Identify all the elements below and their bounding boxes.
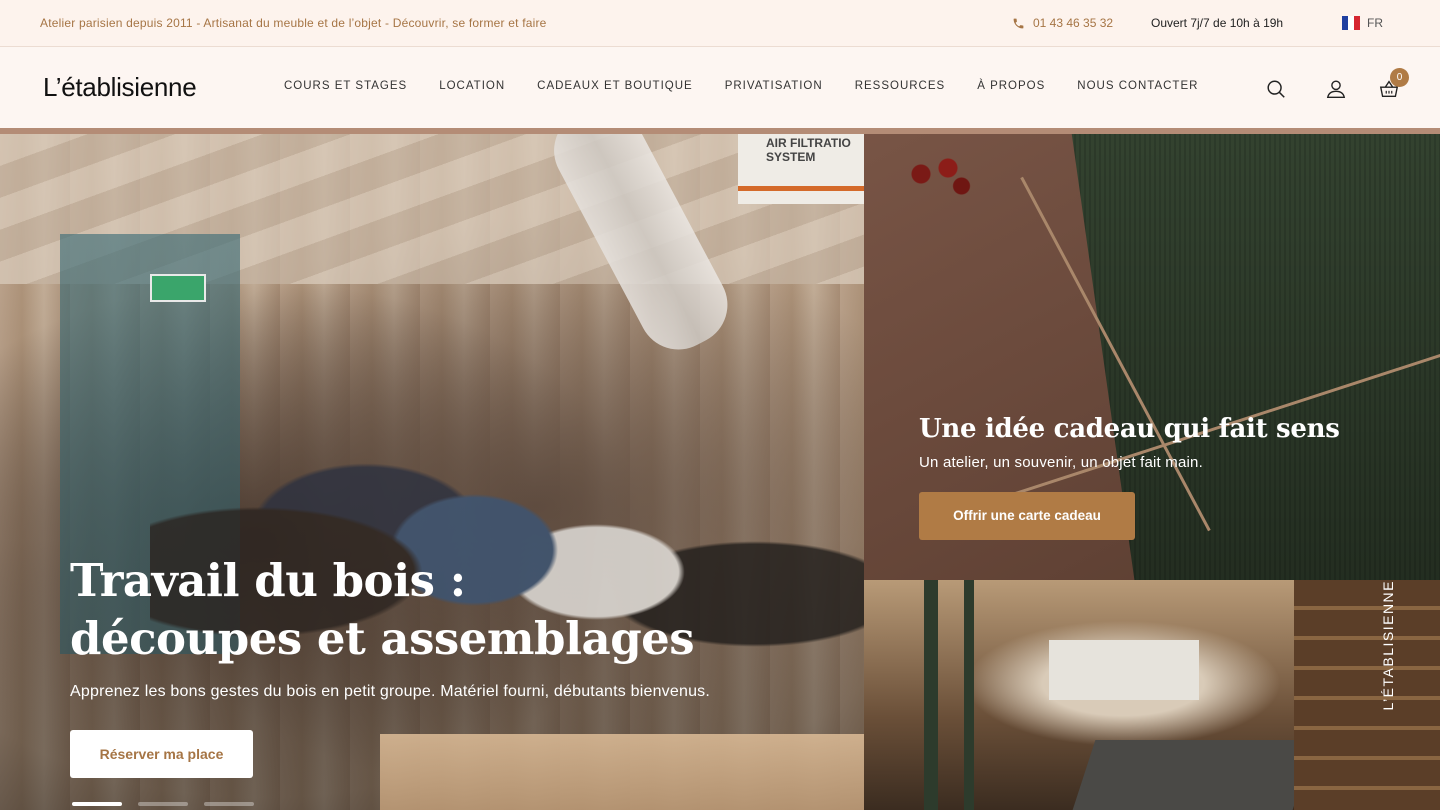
hero-title-line-2: découpes et assemblages <box>70 612 695 665</box>
phone-link[interactable]: 01 43 46 35 32 <box>1012 16 1113 30</box>
slider-dot-2[interactable] <box>138 802 188 806</box>
site-logo[interactable]: L’établisienne <box>43 72 197 103</box>
slider-pagination <box>72 802 254 806</box>
vertical-brand-text: L’ÉTABLISIENNE <box>1380 580 1404 810</box>
cart-count-badge: 0 <box>1390 68 1409 87</box>
workshop-photo-shelves <box>1294 580 1440 810</box>
phone-number: 01 43 46 35 32 <box>1033 16 1114 30</box>
nav-item-location[interactable]: LOCATION <box>439 80 505 92</box>
main-header: L’établisienne COURS ET STAGES LOCATION … <box>0 48 1440 128</box>
nav-item-nous-contacter[interactable]: NOUS CONTACTER <box>1077 80 1198 92</box>
top-bar: Atelier parisien depuis 2011 - Artisanat… <box>0 0 1440 47</box>
search-icon[interactable] <box>1265 78 1287 100</box>
workshop-photo-pillar-2 <box>964 580 974 810</box>
air-filtration-sign-stripe <box>738 186 864 191</box>
nav-item-cours-et-stages[interactable]: COURS ET STAGES <box>284 80 407 92</box>
language-switcher[interactable]: FR <box>1342 16 1383 30</box>
opening-hours: Ouvert 7j/7 de 10h à 19h <box>1151 16 1284 30</box>
air-filtration-sign: AIR FILTRATIO SYSTEM <box>738 134 864 204</box>
nav-item-ressources[interactable]: RESSOURCES <box>855 80 946 92</box>
nav-item-cadeaux-et-boutique[interactable]: CADEAUX ET BOUTIQUE <box>537 80 693 92</box>
slider-dot-3[interactable] <box>204 802 254 806</box>
account-icon[interactable] <box>1325 78 1347 100</box>
exit-sign <box>150 274 206 302</box>
promo-title: Une idée cadeau qui fait sens <box>919 414 1340 444</box>
hero-subtitle: Apprenez les bons gestes du bois en peti… <box>70 683 711 700</box>
slider-dot-1[interactable] <box>72 802 122 806</box>
tagline: Atelier parisien depuis 2011 - Artisanat… <box>40 16 547 30</box>
main-nav: COURS ET STAGES LOCATION CADEAUX ET BOUT… <box>284 80 1230 92</box>
air-filtration-sign-text: AIR FILTRATIO SYSTEM <box>766 136 851 164</box>
phone-icon <box>1013 18 1024 28</box>
nav-item-a-propos[interactable]: À PROPOS <box>977 80 1045 92</box>
vertical-brand-label: L’ÉTABLISIENNE <box>1380 580 1396 711</box>
reserve-button[interactable]: Réserver ma place <box>70 730 253 778</box>
nav-item-privatisation[interactable]: PRIVATISATION <box>725 80 823 92</box>
hero-title: Travail du bois : découpes et assemblage… <box>70 552 695 668</box>
hero-slider: AIR FILTRATIO SYSTEM <box>0 134 864 810</box>
french-flag-icon <box>1342 16 1360 30</box>
language-label: FR <box>1367 16 1383 30</box>
workshop-photo-table <box>1072 740 1316 810</box>
gift-card-button[interactable]: Offrir une carte cadeau <box>919 492 1135 540</box>
promo-photo-berries <box>894 144 984 204</box>
workshop-photo-window <box>1049 640 1199 700</box>
workshop-photo-pillar <box>924 580 938 810</box>
hero-photo-workbench <box>380 734 864 810</box>
promo-subtitle: Un atelier, un souvenir, un objet fait m… <box>919 454 1203 471</box>
workshop-image <box>864 580 1440 810</box>
gift-promo-banner: Une idée cadeau qui fait sens Un atelier… <box>864 134 1440 580</box>
hero-title-line-1: Travail du bois : <box>70 554 466 607</box>
